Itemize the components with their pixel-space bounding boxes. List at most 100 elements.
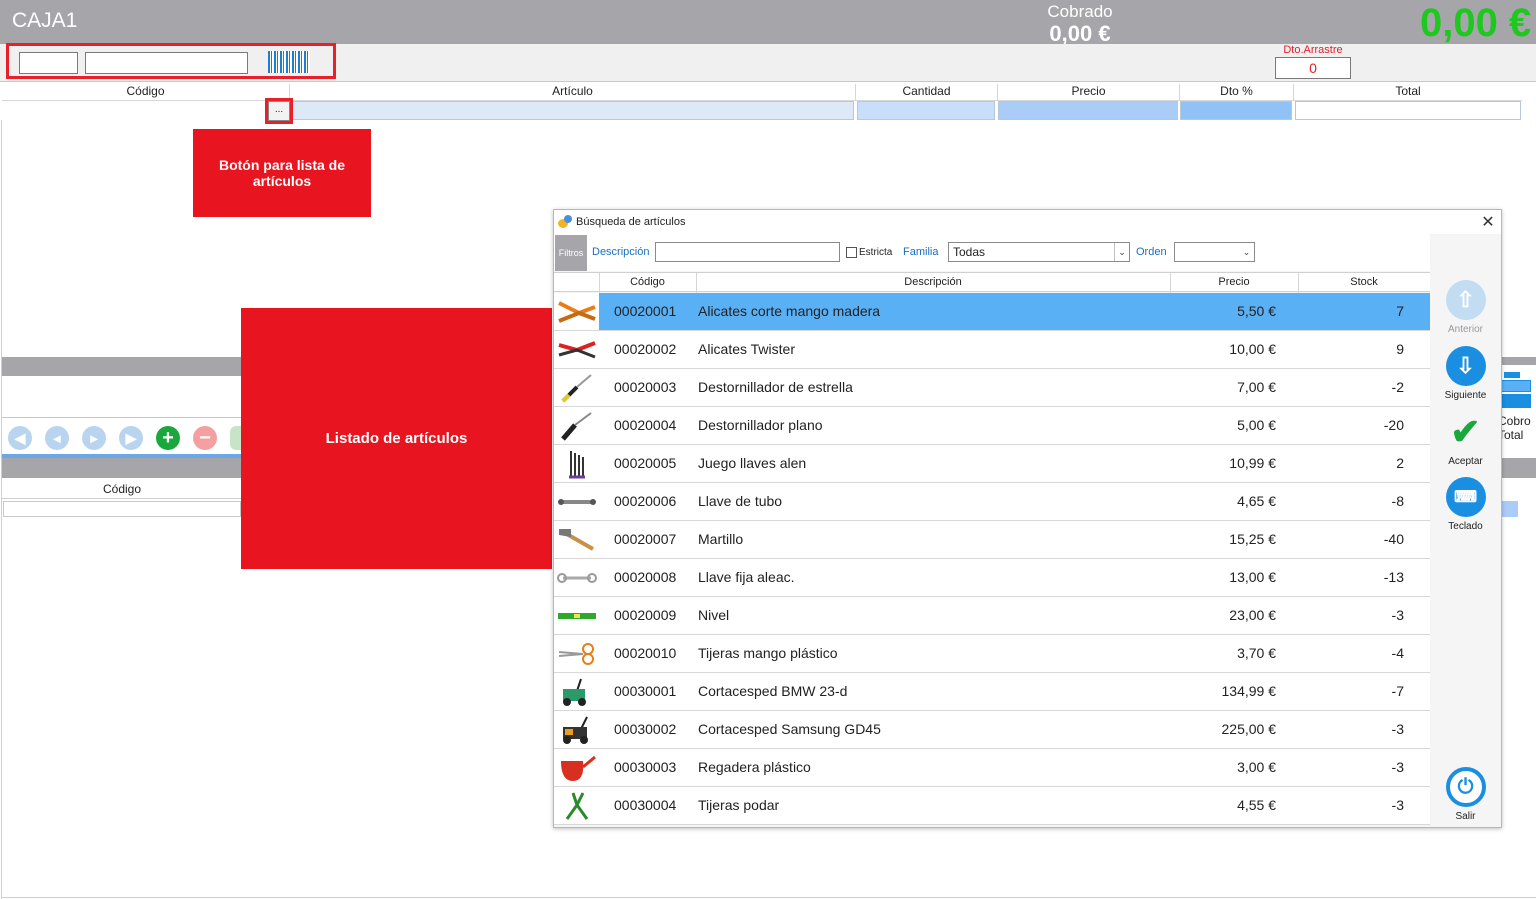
article-search-dialog: Búsqueda de artículos ✕ Filtros Descripc… bbox=[553, 209, 1502, 828]
add-icon[interactable]: + bbox=[156, 426, 180, 450]
lower-gray-bar bbox=[2, 357, 242, 376]
familia-value: Todas bbox=[953, 245, 986, 259]
scissors-icon bbox=[556, 637, 598, 671]
article-code: 00030002 bbox=[614, 721, 677, 737]
filtros-tab[interactable]: Filtros bbox=[555, 235, 587, 271]
article-code: 00020008 bbox=[614, 569, 677, 585]
article-row[interactable]: 00020001 Alicates corte mango madera 5,50 … bbox=[554, 293, 1430, 331]
article-description: Regadera plástico bbox=[698, 759, 811, 775]
precio-cell[interactable] bbox=[998, 101, 1178, 120]
allen-keys-icon bbox=[556, 447, 598, 481]
sales-grid-header: Código Artículo Cantidad Precio Dto % To… bbox=[2, 82, 1522, 101]
th-descripcion: Descripción bbox=[904, 276, 962, 288]
articulo-cell[interactable] bbox=[292, 101, 854, 120]
article-price: 7,00 € bbox=[1237, 379, 1276, 395]
next-icon[interactable]: ▸ bbox=[82, 426, 106, 450]
article-stock: 7 bbox=[1396, 303, 1404, 319]
article-row[interactable]: 00020004 Destornillador plano 5,00 € -20 bbox=[554, 407, 1430, 445]
article-price: 5,50 € bbox=[1237, 303, 1276, 319]
dialog-side-panel: ⇧ Anterior ⇩ Siguiente ✔ Aceptar ⌨ Tecla… bbox=[1430, 272, 1501, 827]
dto-arrastre-label: Dto.Arrastre bbox=[1283, 44, 1343, 56]
article-stock: -3 bbox=[1391, 759, 1404, 775]
article-row[interactable]: 00020006 Llave de tubo 4,65 € -8 bbox=[554, 483, 1430, 521]
articles-table-header: Código Descripción Precio Stock bbox=[554, 272, 1430, 293]
arrow-up-icon: ⇧ bbox=[1445, 280, 1486, 320]
col-cantidad: Cantidad bbox=[856, 84, 998, 100]
orden-label: Orden bbox=[1136, 246, 1167, 258]
pliers-red-icon bbox=[556, 333, 598, 367]
article-row[interactable]: 00020003 Destornillador de estrella 7,00 €… bbox=[554, 369, 1430, 407]
article-row[interactable]: 00020008 Llave fija aleac. 13,00 € -13 bbox=[554, 559, 1430, 597]
checkmark-icon: ✔ bbox=[1450, 411, 1481, 452]
orden-select[interactable]: ⌄ bbox=[1174, 242, 1255, 262]
article-description: Cortacesped Samsung GD45 bbox=[698, 721, 881, 737]
article-stock: -3 bbox=[1391, 797, 1404, 813]
first-icon[interactable]: ◀ bbox=[8, 426, 32, 450]
close-icon[interactable]: ✕ bbox=[1479, 212, 1497, 232]
dto-arrastre-input[interactable]: 0 bbox=[1275, 57, 1351, 79]
right-blue-cell bbox=[1500, 501, 1518, 517]
remove-icon[interactable]: − bbox=[193, 426, 217, 450]
dialog-title: Búsqueda de artículos bbox=[576, 216, 686, 228]
total-cell bbox=[1295, 101, 1521, 120]
col-articulo: Artículo bbox=[290, 84, 856, 100]
article-row[interactable]: 00020002 Alicates Twister 10,00 € 9 bbox=[554, 331, 1430, 369]
article-price: 15,25 € bbox=[1229, 531, 1276, 547]
article-description: Juego llaves alen bbox=[698, 455, 807, 471]
article-stock: -2 bbox=[1391, 379, 1404, 395]
article-code: 00020005 bbox=[614, 455, 677, 471]
article-price: 23,00 € bbox=[1229, 607, 1276, 623]
screwdriver-flat-icon bbox=[556, 409, 598, 443]
barcode-icon[interactable] bbox=[268, 51, 310, 73]
estricta-checkbox[interactable] bbox=[846, 247, 857, 258]
article-code: 00020003 bbox=[614, 379, 677, 395]
right-gray-bar bbox=[1500, 357, 1536, 365]
article-description: Cortacesped BMW 23-d bbox=[698, 683, 848, 699]
article-code: 00020002 bbox=[614, 341, 677, 357]
teclado-button[interactable]: ⌨ Teclado bbox=[1430, 477, 1501, 532]
tube-wrench-icon bbox=[556, 485, 598, 519]
register-icon[interactable] bbox=[1501, 372, 1531, 410]
article-code: 00030004 bbox=[614, 797, 677, 813]
lower-codigo-header: Código bbox=[2, 479, 242, 499]
cantidad-cell[interactable] bbox=[857, 101, 995, 120]
last-icon[interactable]: ▶ bbox=[119, 426, 143, 450]
barcode-input[interactable] bbox=[85, 52, 248, 74]
prev-icon[interactable]: ◂ bbox=[45, 426, 69, 450]
article-row[interactable]: 00020007 Martillo 15,25 € -40 bbox=[554, 521, 1430, 559]
anterior-button[interactable]: ⇧ Anterior bbox=[1430, 280, 1501, 335]
article-price: 5,00 € bbox=[1237, 417, 1276, 433]
aceptar-button[interactable]: ✔ Aceptar bbox=[1430, 411, 1501, 467]
article-row[interactable]: 00030001 Cortacesped BMW 23-d 134,99 € -7 bbox=[554, 673, 1430, 711]
article-row[interactable]: 00020009 Nivel 23,00 € -3 bbox=[554, 597, 1430, 635]
cobrado-label: Cobrado bbox=[1047, 2, 1113, 21]
col-codigo: Código bbox=[2, 84, 290, 100]
article-price: 3,00 € bbox=[1237, 759, 1276, 775]
article-stock: 2 bbox=[1396, 455, 1404, 471]
th-codigo: Código bbox=[630, 276, 665, 288]
article-stock: -20 bbox=[1383, 417, 1404, 433]
article-row[interactable]: 00020010 Tijeras mango plástico 3,70 € -4 bbox=[554, 635, 1430, 673]
level-icon bbox=[556, 599, 598, 633]
descripcion-input[interactable] bbox=[655, 242, 840, 262]
lower-codigo-cell[interactable] bbox=[3, 501, 241, 517]
article-row[interactable]: 00030004 Tijeras podar 4,55 € -3 bbox=[554, 787, 1430, 825]
th-stock: Stock bbox=[1350, 276, 1378, 288]
arrow-down-icon: ⇩ bbox=[1445, 346, 1486, 386]
article-description: Nivel bbox=[698, 607, 730, 623]
pos-title: CAJA1 bbox=[12, 9, 78, 32]
article-list-button[interactable]: ... bbox=[268, 101, 290, 121]
siguiente-button[interactable]: ⇩ Siguiente bbox=[1430, 346, 1501, 401]
article-row[interactable]: 00030003 Regadera plástico 3,00 € -3 bbox=[554, 749, 1430, 787]
chevron-down-icon: ⌄ bbox=[1114, 243, 1129, 261]
quantity-input[interactable] bbox=[19, 52, 78, 74]
article-row[interactable]: 00030002 Cortacesped Samsung GD45 225,00 €… bbox=[554, 711, 1430, 749]
salir-button[interactable]: ⏻ Salir bbox=[1430, 767, 1501, 822]
article-price: 4,65 € bbox=[1237, 493, 1276, 509]
cobro-total-label: Cobro Total bbox=[1498, 414, 1531, 442]
article-row[interactable]: 00020005 Juego llaves alen 10,99 € 2 bbox=[554, 445, 1430, 483]
familia-label: Familia bbox=[903, 246, 939, 258]
familia-select[interactable]: Todas ⌄ bbox=[948, 242, 1130, 262]
article-code: 00020006 bbox=[614, 493, 677, 509]
dto-cell[interactable] bbox=[1180, 101, 1292, 120]
